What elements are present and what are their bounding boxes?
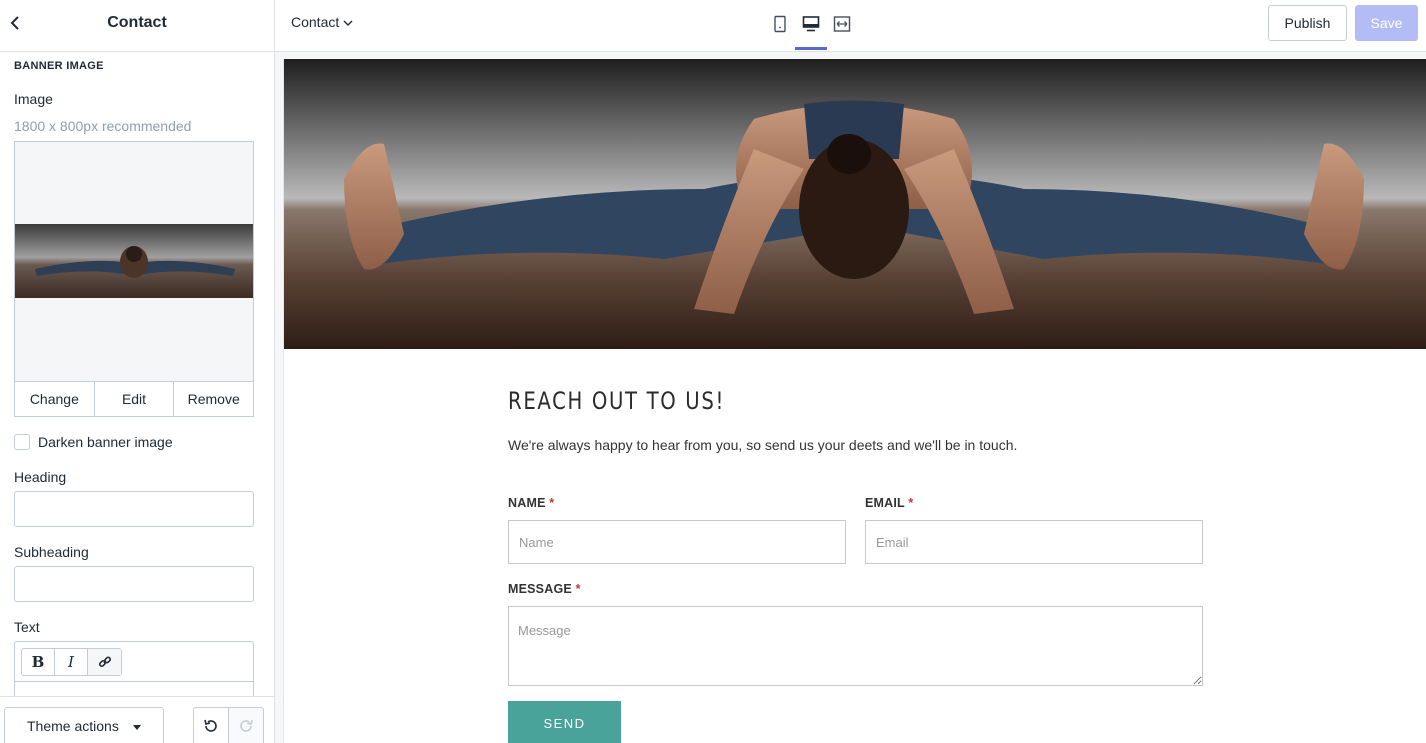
message-label-text: MESSAGE: [508, 582, 572, 596]
text-editor[interactable]: B I: [14, 641, 254, 696]
italic-button[interactable]: I: [55, 649, 88, 675]
email-field-label: EMAIL *: [865, 496, 913, 510]
link-icon[interactable]: [88, 649, 121, 675]
text-label: Text: [14, 619, 40, 635]
sidebar-header: Contact: [0, 0, 274, 52]
required-mark: *: [908, 496, 914, 510]
theme-editor-sidebar: Contact BANNER IMAGE Image 1800 x 800px …: [0, 0, 275, 743]
change-image-button[interactable]: Change: [15, 382, 95, 416]
heading-label: Heading: [14, 469, 67, 485]
image-actions: Change Edit Remove: [14, 381, 254, 417]
message-textarea[interactable]: [508, 606, 1203, 686]
bold-button[interactable]: B: [22, 649, 55, 675]
send-button[interactable]: SEND: [508, 701, 621, 743]
name-label-text: NAME: [508, 496, 546, 510]
editor-topbar: Contact Publish Save: [275, 0, 1426, 52]
rte-toolbar: B I: [21, 648, 122, 676]
active-view-indicator: [795, 47, 827, 50]
chevron-down-icon: [343, 20, 353, 27]
contact-subtext: We're always happy to hear from you, so …: [508, 437, 1018, 453]
sidebar-title: Contact: [107, 14, 167, 31]
store-preview[interactable]: REACH OUT TO US! We're always happy to h…: [283, 59, 1426, 743]
subheading-input[interactable]: [14, 566, 254, 602]
name-input[interactable]: [508, 520, 846, 564]
heading-input[interactable]: [14, 491, 254, 527]
page-selector[interactable]: Contact: [291, 14, 353, 30]
required-mark: *: [549, 496, 555, 510]
darken-banner-label: Darken banner image: [38, 434, 173, 450]
undo-icon[interactable]: [193, 707, 229, 743]
redo-icon[interactable]: [228, 707, 264, 743]
desktop-view-icon[interactable]: [799, 12, 823, 36]
required-mark: *: [575, 582, 581, 596]
email-label-text: EMAIL: [865, 496, 905, 510]
sidebar-footer: Theme actions: [0, 696, 274, 743]
mobile-view-icon[interactable]: [768, 12, 792, 36]
theme-actions-button[interactable]: Theme actions: [4, 707, 164, 743]
caret-down-icon: [133, 725, 141, 730]
contact-heading: REACH OUT TO US!: [508, 387, 725, 415]
banner-image: [284, 59, 1426, 349]
email-input[interactable]: [865, 520, 1203, 564]
edit-image-button[interactable]: Edit: [94, 382, 175, 416]
remove-image-button[interactable]: Remove: [174, 382, 254, 416]
image-size-hint: 1800 x 800px recommended: [14, 118, 192, 134]
message-field-label: MESSAGE *: [508, 582, 581, 596]
subheading-label: Subheading: [14, 544, 89, 560]
sidebar-settings-panel[interactable]: BANNER IMAGE Image 1800 x 800px recommen…: [0, 52, 274, 696]
fullwidth-view-icon[interactable]: [830, 12, 854, 36]
banner-image-preview: [14, 141, 254, 417]
theme-actions-label: Theme actions: [27, 718, 119, 734]
section-title: BANNER IMAGE: [14, 60, 104, 72]
image-label: Image: [14, 91, 53, 107]
page-selector-label: Contact: [291, 14, 340, 30]
banner-thumbnail: [15, 224, 253, 298]
name-field-label: NAME *: [508, 496, 554, 510]
publish-button[interactable]: Publish: [1268, 5, 1347, 41]
save-button[interactable]: Save: [1355, 5, 1418, 41]
darken-banner-checkbox[interactable]: [14, 434, 30, 450]
